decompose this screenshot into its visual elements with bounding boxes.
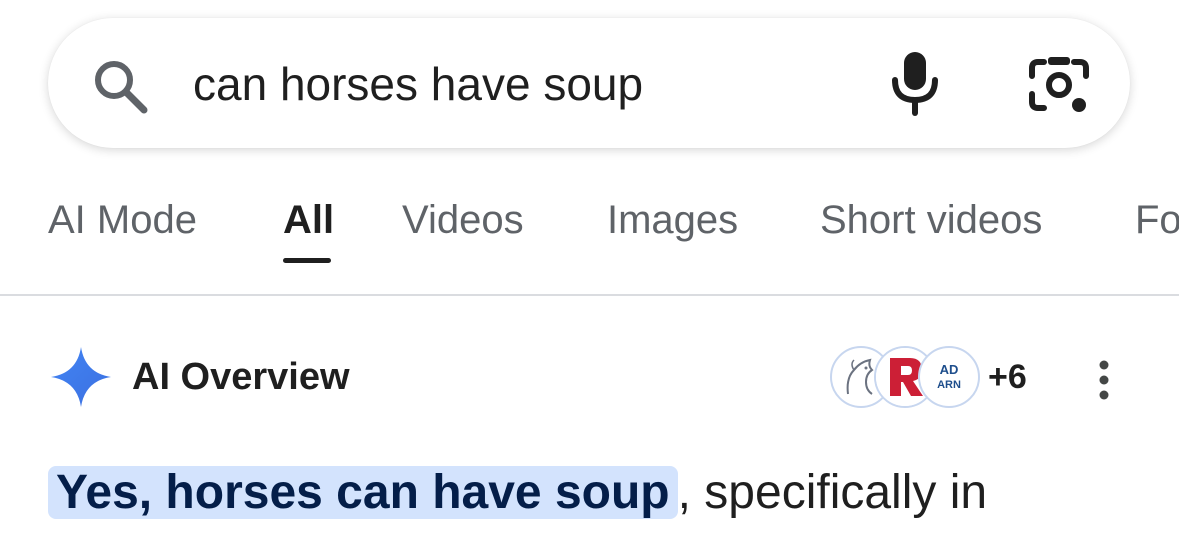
answer-continuation: , specifically in (677, 466, 988, 519)
tab-videos[interactable]: Videos (402, 194, 524, 246)
ai-overview-title: AI Overview (132, 356, 350, 398)
tab-short-videos[interactable]: Short videos (820, 194, 1042, 246)
svg-text:AD: AD (940, 362, 959, 377)
more-options-icon[interactable] (1090, 358, 1118, 402)
ad-barn-logo-icon[interactable]: AD ARN (918, 346, 980, 408)
tab-ai-mode[interactable]: AI Mode (48, 194, 197, 246)
ai-overview-answer: Yes, horses can have soup, specifically … (48, 458, 987, 528)
tab-forums[interactable]: Fo (1135, 194, 1179, 246)
source-links[interactable]: AD ARN +6 (830, 346, 1050, 408)
search-bar[interactable]: can horses have soup (48, 18, 1130, 148)
tabs-divider (0, 294, 1179, 296)
ai-overview-header: AI Overview AD ARN +6 (0, 340, 1179, 420)
tab-images[interactable]: Images (607, 194, 738, 246)
microphone-icon[interactable] (890, 50, 940, 116)
active-tab-indicator (283, 258, 331, 263)
more-sources-count[interactable]: +6 (988, 356, 1027, 398)
answer-highlight: Yes, horses can have soup (48, 466, 678, 519)
search-tabs: AI Mode All Videos Images Short videos F… (0, 170, 1179, 295)
search-input[interactable]: can horses have soup (193, 56, 643, 112)
svg-text:ARN: ARN (937, 379, 961, 391)
tab-all[interactable]: All (283, 194, 334, 246)
search-icon (90, 56, 150, 116)
sparkle-icon (50, 346, 112, 408)
google-lens-icon[interactable] (1028, 54, 1090, 116)
